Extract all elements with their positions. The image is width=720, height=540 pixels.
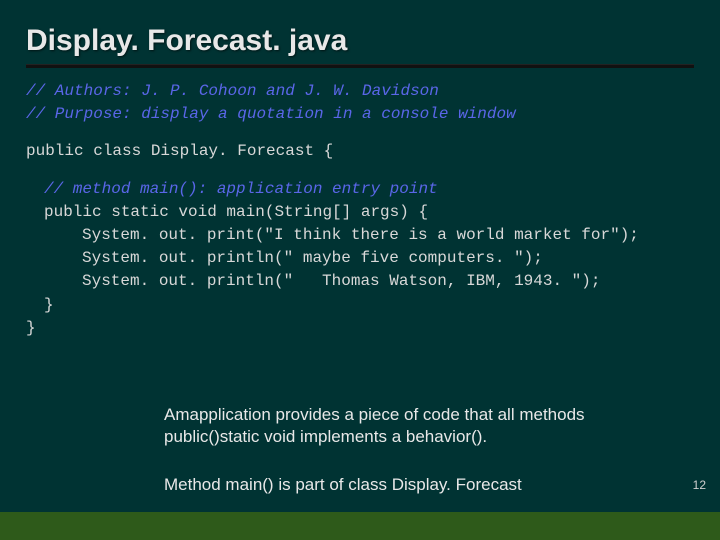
footer-strip bbox=[0, 512, 720, 540]
main-signature: public static void main(String[] args) { bbox=[26, 201, 694, 224]
stmt-1: System. out. print("I think there is a w… bbox=[26, 224, 694, 247]
close-class: } bbox=[26, 317, 694, 340]
page-title: Display. Forecast. java bbox=[26, 24, 694, 58]
comment-purpose: // Purpose: display a quotation in a con… bbox=[26, 103, 694, 126]
slide: Display. Forecast. java // Authors: J. P… bbox=[0, 0, 720, 540]
divider bbox=[26, 64, 694, 68]
stmt-2: System. out. println(" maybe five comput… bbox=[26, 247, 694, 270]
overlay-line-1b: public()static void implements a behavio… bbox=[164, 426, 684, 448]
class-declaration: public class Display. Forecast { bbox=[26, 140, 694, 163]
close-main: } bbox=[26, 294, 694, 317]
comment-main: // method main(): application entry poin… bbox=[26, 178, 694, 201]
page-number: 12 bbox=[693, 478, 706, 492]
stmt-3: System. out. println(" Thomas Watson, IB… bbox=[26, 270, 694, 293]
comment-authors: // Authors: J. P. Cohoon and J. W. David… bbox=[26, 80, 694, 103]
overlay-line-1: Amapplication provides a piece of code t… bbox=[164, 404, 684, 426]
code-block: // Authors: J. P. Cohoon and J. W. David… bbox=[26, 80, 694, 340]
overlay-line-2: Method main() is part of class Display. … bbox=[164, 474, 684, 496]
explanation-overlay: Amapplication provides a piece of code t… bbox=[164, 404, 684, 496]
